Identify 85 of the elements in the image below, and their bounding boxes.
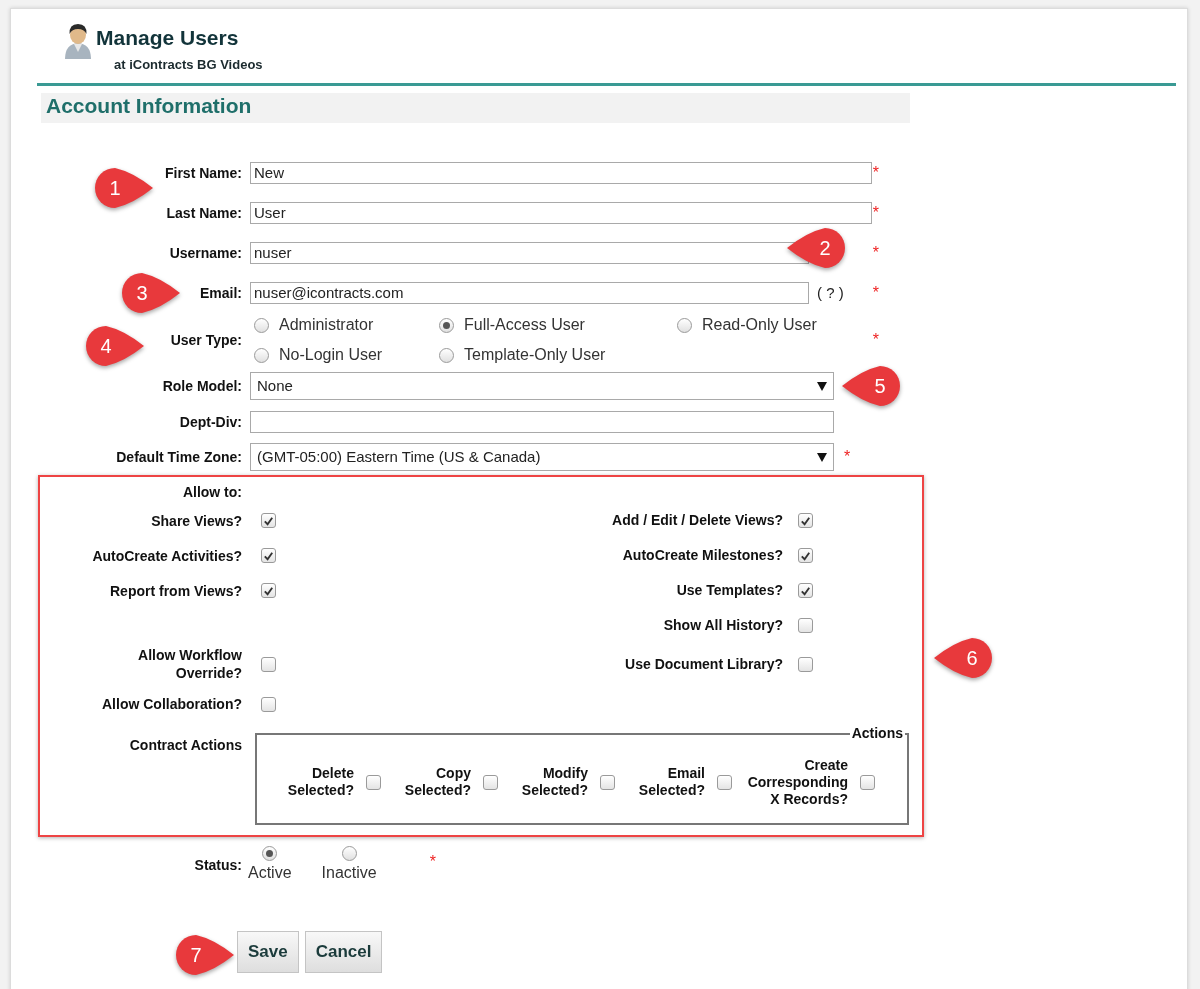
radio-label: Full-Access User: [464, 315, 585, 335]
radio-label: Template-Only User: [464, 345, 606, 365]
section-title: Account Information: [41, 93, 910, 123]
callout-tooltip: 7: [174, 933, 236, 977]
field-label: Status:: [193, 856, 242, 875]
checkbox[interactable]: [798, 656, 813, 672]
dropdown[interactable]: (GMT-05:00) Eastern Time (US & Canada): [250, 443, 834, 471]
text-field[interactable]: User: [250, 202, 872, 224]
option-label: Copy Selected?: [403, 765, 471, 799]
radio-label: No-Login User: [279, 345, 383, 365]
required-mark: *: [872, 203, 879, 223]
text-field[interactable]: New: [250, 162, 872, 184]
radio-label: Read-Only User: [702, 315, 817, 335]
option-label: Email Selected?: [637, 765, 705, 799]
page-title: Manage Users: [96, 25, 239, 51]
page-subtitle: at iContracts BG Videos: [113, 57, 264, 73]
checkbox[interactable]: [798, 548, 813, 563]
option-label: AutoCreate Milestones?: [621, 546, 783, 565]
checkbox[interactable]: [798, 513, 813, 528]
callout-tooltip: 6: [932, 636, 994, 680]
radio-label: Administrator: [279, 315, 374, 335]
checkbox[interactable]: [798, 583, 813, 598]
option-label: Allow Workflow Override?: [137, 646, 242, 682]
required-mark: *: [844, 447, 851, 467]
radio-button[interactable]: [677, 317, 692, 333]
caret-icon: [817, 452, 827, 462]
checkbox[interactable]: [366, 774, 381, 790]
field-label: Default Time Zone:: [116, 447, 242, 467]
checkbox[interactable]: [860, 774, 875, 790]
option-label: Show All History?: [662, 616, 783, 635]
radio-button[interactable]: [262, 846, 278, 861]
required-mark: *: [872, 243, 879, 263]
option-label: Delete Selected?: [286, 765, 354, 799]
option-label: Use Templates?: [675, 581, 783, 600]
form-button[interactable]: Cancel: [304, 931, 383, 973]
field-label: User Type:: [170, 330, 242, 350]
help-link[interactable]: ( ? ): [817, 281, 844, 305]
radio-label: Inactive: [321, 863, 377, 883]
required-mark: *: [429, 852, 436, 872]
required-mark: *: [872, 330, 879, 350]
text-field[interactable]: [250, 411, 834, 433]
checkbox[interactable]: [261, 696, 276, 712]
checkbox[interactable]: [483, 774, 498, 790]
section-label: Contract Actions: [128, 736, 242, 755]
field-label: Role Model:: [162, 376, 242, 396]
text-field[interactable]: nuser: [250, 242, 809, 264]
field-label: First Name:: [164, 163, 242, 183]
radio-button[interactable]: [254, 347, 269, 363]
option-label: Report from Views?: [110, 581, 242, 600]
callout-tooltip: 2: [785, 226, 847, 270]
callout-tooltip: 1: [93, 166, 155, 210]
field-label: Username:: [169, 243, 242, 263]
checkbox[interactable]: [261, 583, 276, 598]
user-icon: [63, 22, 93, 59]
form-button[interactable]: Save: [237, 931, 299, 973]
radio-button[interactable]: [254, 317, 269, 333]
option-label: Use Document Library?: [624, 654, 783, 674]
checkbox[interactable]: [261, 513, 276, 528]
option-label: Create Corresponding X Records?: [746, 756, 848, 808]
required-mark: *: [872, 283, 879, 303]
option-label: AutoCreate Activities?: [92, 546, 242, 565]
option-label: Add / Edit / Delete Views?: [611, 511, 783, 530]
callout-tooltip: 5: [840, 364, 902, 408]
checkbox[interactable]: [798, 618, 813, 633]
field-label: Last Name:: [166, 203, 242, 223]
checkbox[interactable]: [261, 656, 276, 672]
radio-button[interactable]: [341, 846, 357, 861]
option-label: Allow Collaboration?: [102, 695, 242, 713]
radio-button[interactable]: [439, 317, 454, 333]
callout-tooltip: 4: [84, 324, 146, 368]
text-field[interactable]: nuser@icontracts.com: [250, 282, 809, 304]
checkbox[interactable]: [717, 774, 732, 790]
required-mark: *: [872, 163, 879, 183]
caret-icon: [817, 381, 827, 391]
radio-button[interactable]: [439, 347, 454, 363]
field-label: Dept-Div:: [179, 412, 242, 432]
checkbox[interactable]: [600, 774, 615, 790]
dropdown[interactable]: None: [250, 372, 834, 400]
checkbox[interactable]: [261, 548, 276, 563]
option-label: Share Views?: [151, 511, 242, 530]
field-label: Email:: [200, 283, 242, 303]
option-label: Modify Selected?: [520, 765, 588, 799]
section-label: Allow to:: [181, 482, 242, 502]
radio-label: Active: [248, 863, 292, 883]
callout-tooltip: 3: [120, 271, 182, 315]
